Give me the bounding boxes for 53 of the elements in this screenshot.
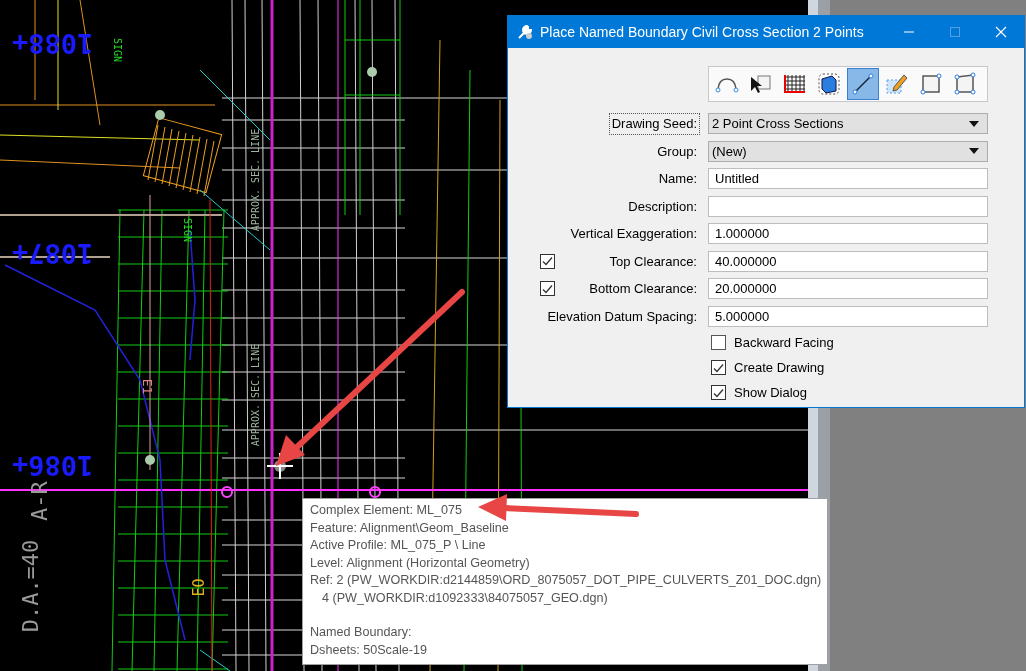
dropdown[interactable]: (New) bbox=[708, 140, 988, 162]
wrench-icon bbox=[516, 23, 534, 41]
checkbox-label: Create Drawing bbox=[734, 358, 825, 377]
quad-icon bbox=[952, 71, 978, 97]
checkbox[interactable] bbox=[539, 253, 555, 269]
drawing-label: A-R bbox=[28, 481, 51, 521]
input-field[interactable]: 20.000000 bbox=[708, 278, 988, 300]
field-label: Name: bbox=[657, 170, 698, 188]
tooltip-text: Feature: Alignment\Geom_Baseline bbox=[310, 519, 509, 537]
drawing-label: APPROX. SEC. LINE bbox=[251, 128, 262, 232]
checkbox[interactable] bbox=[711, 385, 726, 400]
input-field[interactable] bbox=[708, 195, 988, 217]
checkbox[interactable] bbox=[711, 360, 726, 375]
drawing-label: E1 bbox=[141, 378, 155, 395]
window-title: Place Named Boundary Civil Cross Section 2 Points bbox=[540, 22, 865, 42]
input-field[interactable]: 1.000000 bbox=[708, 223, 988, 245]
drawing-label: 1087+ bbox=[12, 240, 94, 267]
tooltip-text: Ref: 2 (PW_WORKDIR:d2144859\ORD_8075057_DOT_PIPE_CULVERTS_Z01_DOC.dgn) bbox=[310, 572, 822, 589]
drawing-label: D.A.=40 bbox=[20, 539, 43, 633]
tooltip-text: 4 (PW_WORKDIR:d1092333\84075057_GEO.dgn) bbox=[321, 589, 608, 607]
box-icon bbox=[816, 71, 842, 97]
close-icon bbox=[995, 26, 1007, 38]
checkbox[interactable] bbox=[711, 335, 726, 350]
tooltip-text: Complex Element: ML_075 bbox=[310, 502, 462, 519]
drawing-label: APPROX. SEC. LINE bbox=[251, 343, 262, 447]
checkbox-label: Backward Facing bbox=[734, 333, 834, 352]
tooltip-text: Dsheets: 50Scale-19 bbox=[310, 641, 427, 659]
input-field[interactable]: 5.000000 bbox=[708, 305, 988, 327]
drawing-label: 1088+ bbox=[12, 30, 94, 57]
checkbox[interactable] bbox=[539, 281, 555, 297]
tooltip-text: Active Profile: ML_075_P \ Line bbox=[310, 537, 486, 554]
field-label: Description: bbox=[627, 197, 698, 216]
input-field[interactable]: 40.000000 bbox=[708, 250, 988, 272]
tooltip-text: Named Boundary: bbox=[310, 624, 412, 641]
field-label: Drawing Seed: bbox=[608, 113, 700, 135]
input-field[interactable]: Untitled bbox=[708, 168, 988, 190]
drawing-label: EO bbox=[191, 578, 207, 597]
line-icon bbox=[850, 71, 876, 97]
drawing-label: 1086+ bbox=[12, 452, 94, 479]
maximize-icon bbox=[949, 26, 961, 38]
square-icon bbox=[918, 71, 944, 97]
field-label: Top Clearance: bbox=[608, 252, 698, 271]
dropdown[interactable]: 2 Point Cross Sections bbox=[708, 113, 988, 135]
field-label: Elevation Datum Spacing: bbox=[546, 307, 698, 326]
field-label: Vertical Exaggeration: bbox=[569, 225, 698, 243]
drawing-label: SIGN bbox=[182, 217, 193, 243]
field-label: Group: bbox=[656, 142, 698, 161]
field-label: Bottom Clearance: bbox=[588, 280, 698, 298]
caret-icon bbox=[969, 148, 979, 155]
tooltip-text: Level: Alignment (Horizontal Geometry) bbox=[310, 554, 530, 572]
caret-icon bbox=[969, 120, 979, 127]
checkbox-label: Show Dialog bbox=[734, 383, 807, 402]
drawing-label: SIGN bbox=[112, 37, 123, 63]
